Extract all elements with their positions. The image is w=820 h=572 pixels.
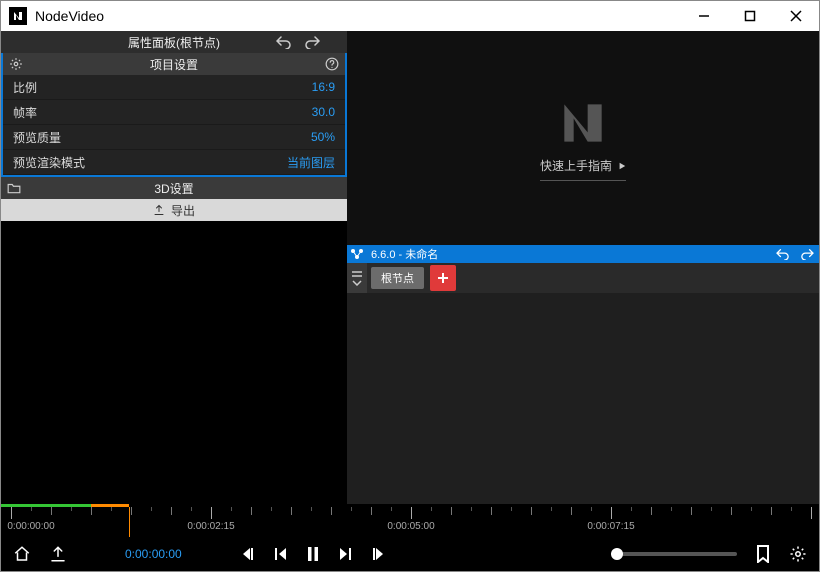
add-track-button[interactable]	[430, 265, 456, 291]
right-panel: 快速上手指南 6.6.0 - 未命名	[347, 31, 819, 504]
prop-ratio-label: 比例	[13, 79, 37, 96]
timecode[interactable]: 0:00:00:00	[125, 547, 182, 561]
timeline-undo-button[interactable]	[771, 248, 795, 260]
timeline-ruler[interactable]: 0:00:00:00 0:00:02:15 0:00:05:00 0:00:07…	[1, 507, 819, 537]
volume-control[interactable]	[617, 552, 737, 556]
step-back-button[interactable]	[240, 546, 256, 562]
minimize-button[interactable]	[681, 1, 727, 31]
window-buttons	[681, 1, 819, 31]
share-button[interactable]	[49, 545, 67, 563]
prop-preview-quality-value[interactable]: 50%	[311, 130, 335, 144]
prop-ratio-value[interactable]: 16:9	[312, 80, 335, 94]
export-label: 导出	[171, 202, 195, 219]
timeline-body[interactable]	[347, 293, 819, 504]
prop-ratio: 比例 16:9	[3, 75, 345, 100]
project-settings-header[interactable]: 项目设置	[3, 53, 345, 75]
undo-button[interactable]	[273, 31, 295, 53]
3d-settings-label: 3D设置	[154, 180, 193, 197]
export-icon	[153, 204, 165, 216]
export-button[interactable]: 导出	[1, 199, 347, 221]
prop-render-mode: 预览渲染模式 当前图层	[3, 150, 345, 175]
transport-controls: 0:00:00:00	[1, 537, 819, 571]
root-node-label: 根节点	[381, 270, 414, 286]
settings-button[interactable]	[789, 545, 807, 563]
attributes-panel-header: 属性面板(根节点)	[1, 31, 347, 53]
preview-logo	[555, 95, 611, 151]
help-icon[interactable]	[325, 57, 339, 71]
project-settings-section: 项目设置 比例 16:9 帧率 30.0 预览质量 50%	[1, 53, 347, 177]
attributes-panel-title: 属性面板(根节点)	[128, 34, 220, 51]
app-title: NodeVideo	[35, 8, 681, 24]
main-content: 属性面板(根节点) 项目设置	[1, 31, 819, 504]
ruler-label: 0:00:02:15	[187, 521, 234, 532]
prop-fps-value[interactable]: 30.0	[312, 105, 335, 119]
left-empty-area	[1, 221, 347, 504]
left-panel: 属性面板(根节点) 项目设置	[1, 31, 347, 504]
maximize-button[interactable]	[727, 1, 773, 31]
ruler-label: 0:00:07:15	[587, 521, 634, 532]
volume-slider[interactable]	[617, 552, 737, 556]
timeline-redo-button[interactable]	[795, 248, 819, 260]
play-icon	[618, 162, 626, 170]
track-row: 根节点	[347, 263, 819, 293]
guide-link-text: 快速上手指南	[540, 157, 612, 174]
3d-settings-row[interactable]: 3D设置	[1, 177, 347, 199]
preview-area: 快速上手指南	[347, 31, 819, 245]
title-bar: NodeVideo	[1, 1, 819, 31]
ruler-label: 0:00:00:00	[7, 521, 54, 532]
project-settings-label: 项目设置	[150, 56, 198, 73]
prop-fps-label: 帧率	[13, 104, 37, 121]
step-forward-button[interactable]	[370, 546, 386, 562]
timeline-footer: 0:00:00:00 0:00:02:15 0:00:05:00 0:00:07…	[1, 504, 819, 571]
next-frame-button[interactable]	[338, 547, 352, 561]
nodes-icon[interactable]	[347, 248, 367, 260]
quick-start-guide-link[interactable]: 快速上手指南	[540, 157, 626, 181]
prev-frame-button[interactable]	[274, 547, 288, 561]
app-logo	[9, 7, 27, 25]
menu-icon[interactable]	[351, 270, 363, 278]
chevron-down-icon[interactable]	[352, 280, 362, 286]
close-button[interactable]	[773, 1, 819, 31]
prop-fps: 帧率 30.0	[3, 100, 345, 125]
playhead[interactable]	[129, 507, 130, 537]
timeline-title: 6.6.0 - 未命名	[367, 246, 771, 262]
timeline-header: 6.6.0 - 未命名	[347, 245, 819, 263]
play-pause-button[interactable]	[306, 546, 320, 562]
app-window: NodeVideo 属性面板(根节点)	[0, 0, 820, 572]
track-left-controls	[347, 263, 367, 293]
prop-render-mode-label: 预览渲染模式	[13, 154, 85, 171]
prop-render-mode-value[interactable]: 当前图层	[287, 154, 335, 171]
volume-knob[interactable]	[611, 548, 623, 560]
bookmark-button[interactable]	[755, 545, 771, 563]
home-button[interactable]	[13, 545, 31, 563]
prop-preview-quality: 预览质量 50%	[3, 125, 345, 150]
root-node-chip[interactable]: 根节点	[371, 267, 424, 289]
redo-button[interactable]	[301, 31, 323, 53]
prop-preview-quality-label: 预览质量	[13, 129, 61, 146]
gear-icon	[9, 57, 23, 71]
ruler-label: 0:00:05:00	[387, 521, 434, 532]
folder-icon	[7, 182, 21, 194]
